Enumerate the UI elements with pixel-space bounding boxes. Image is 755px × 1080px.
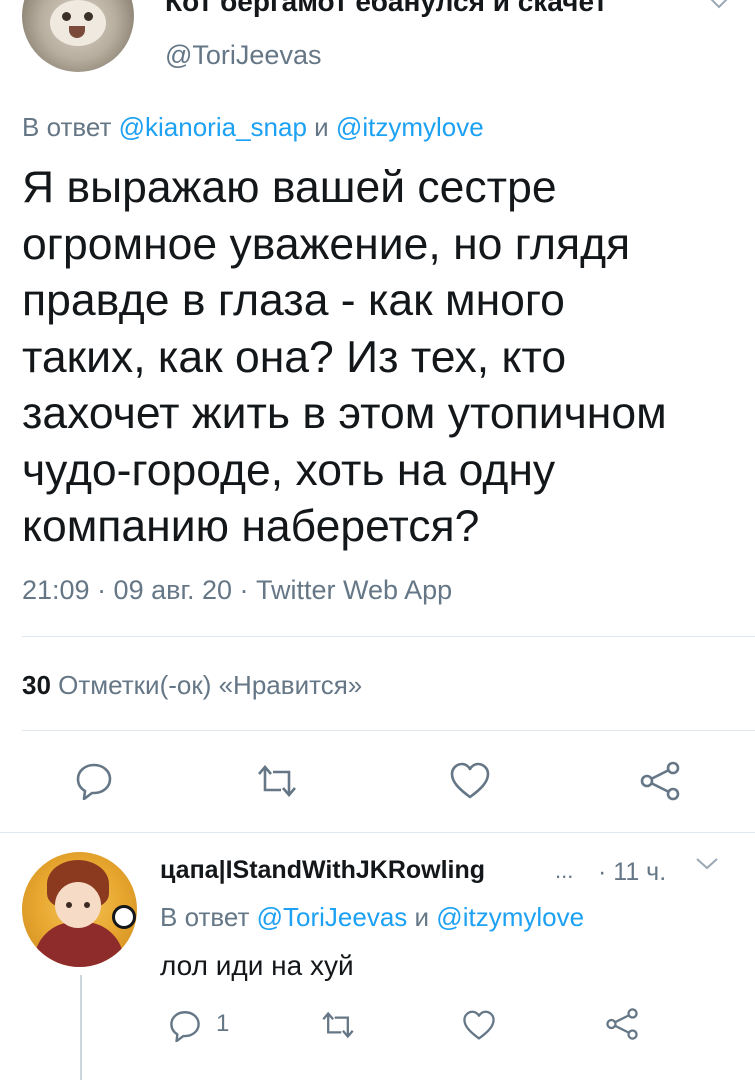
reply-prefix: В ответ (160, 902, 250, 932)
author-avatar[interactable] (22, 0, 134, 72)
reply-icon[interactable] (168, 1008, 202, 1047)
avatar-body (34, 922, 124, 967)
tweet-text-line: огромное уважение, но глядя (22, 219, 631, 269)
thread-line (80, 975, 82, 1080)
author-handle[interactable]: @ToriJeevas (165, 40, 321, 71)
chevron-down-icon[interactable] (695, 856, 719, 877)
name-truncation: ... (555, 858, 574, 883)
divider (0, 832, 755, 833)
avatar-eye (66, 902, 72, 908)
tweet-text: Я выражаю вашей сестре огромное уважение… (22, 160, 742, 556)
likes-label: Отметки(-ок) «Нравится» (58, 670, 363, 700)
mention-link[interactable]: @kianoria_snap (119, 112, 307, 142)
divider (22, 730, 755, 731)
tweet-text-line: Я выражаю вашей сестре (22, 163, 557, 212)
heart-icon[interactable] (462, 1010, 496, 1046)
reply-text: лол иди на хуй (160, 950, 354, 981)
likes-count: 30 (22, 670, 51, 700)
chevron-down-icon[interactable] (708, 0, 730, 16)
reply-and: и (314, 112, 329, 142)
tweet-text-line: захочет жить в этом утопичном (22, 389, 667, 438)
status-badge (112, 905, 136, 929)
reply-count: 1 (216, 1010, 230, 1037)
mention-link[interactable]: @itzymylove (436, 902, 584, 932)
retweet-icon[interactable] (320, 1011, 356, 1044)
tweet-text-line: компанию наберется? (22, 502, 480, 551)
share-icon[interactable] (604, 1007, 640, 1046)
reply-author-name[interactable]: цапа|IStandWithJKRowling (160, 856, 485, 885)
retweet-icon[interactable] (255, 764, 299, 803)
avatar-face (50, 0, 106, 46)
reply-and: и (414, 902, 430, 932)
tweet-text-line: правде в глаза - как много (22, 276, 565, 325)
tweet-text-line: чудо-городе, хоть на одну (22, 445, 556, 495)
reply-timestamp[interactable]: · 11 ч. (598, 858, 666, 887)
divider (22, 636, 755, 637)
reply-icon[interactable] (74, 760, 114, 805)
reply-context: В ответ @kianoria_snap и @itzymylove (22, 112, 484, 143)
reply-prefix: В ответ (22, 112, 112, 142)
reply-context: В ответ @ToriJeevas и @itzymylove (160, 902, 584, 933)
tweet-meta[interactable]: 21:09 · 09 авг. 20 · Twitter Web App (22, 575, 452, 606)
avatar-face (55, 882, 101, 928)
avatar-eye (84, 902, 90, 908)
avatar-eye (62, 12, 71, 21)
mention-link[interactable]: @ToriJeevas (257, 902, 408, 932)
tweet-text-line: таких, как она? Из тех, кто (22, 332, 567, 382)
avatar-eye (84, 12, 93, 21)
likes-summary[interactable]: 30 Отметки(-ок) «Нравится» (22, 670, 362, 701)
mention-link[interactable]: @itzymylove (336, 112, 484, 142)
author-name[interactable]: Кот бергамот ебанулся и скачет (165, 0, 607, 18)
heart-icon[interactable] (449, 762, 491, 805)
share-icon[interactable] (638, 760, 682, 807)
